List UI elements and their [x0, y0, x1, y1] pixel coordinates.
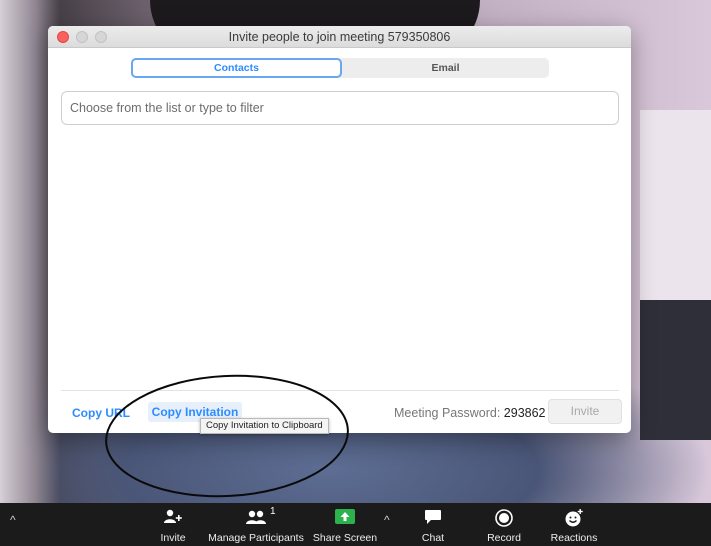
chat-label: Chat	[421, 532, 445, 544]
window-titlebar: Invite people to join meeting 579350806	[48, 26, 631, 48]
invite-dialog: Invite people to join meeting 579350806 …	[48, 26, 631, 433]
contact-filter-input[interactable]: Choose from the list or type to filter	[61, 91, 619, 125]
invite-tool-label: Invite	[160, 532, 186, 544]
record-button[interactable]: Record	[482, 503, 526, 546]
invite-button[interactable]: Invite	[548, 399, 622, 424]
emoji-icon	[565, 509, 583, 527]
participant-count: 1	[270, 506, 276, 517]
background-door	[640, 110, 711, 310]
share-screen-icon	[335, 509, 355, 524]
copy-url-button[interactable]: Copy URL	[72, 406, 130, 420]
meeting-password-value: 293862	[503, 406, 546, 420]
manage-participants-label: Manage Participants	[208, 532, 304, 544]
invite-tabs: Contacts Email	[131, 58, 549, 78]
meeting-password-label: Meeting Password:	[394, 406, 501, 420]
meeting-toolbar: ^ Invite 1 Manage Participants Share Scr…	[0, 503, 711, 546]
tab-contacts[interactable]: Contacts	[131, 58, 342, 78]
record-label: Record	[487, 532, 521, 544]
record-icon	[495, 509, 513, 527]
share-options-chevron-icon[interactable]: ^	[384, 513, 390, 527]
share-screen-label: Share Screen	[312, 532, 378, 544]
video-options-chevron-icon[interactable]: ^	[10, 513, 16, 527]
dialog-title: Invite people to join meeting 579350806	[228, 30, 451, 44]
manage-participants-button[interactable]: 1 Manage Participants	[208, 503, 304, 546]
invite-tool-button[interactable]: Invite	[150, 503, 196, 546]
chat-icon	[425, 510, 441, 524]
share-screen-button[interactable]: Share Screen	[313, 503, 377, 546]
copy-invitation-tooltip: Copy Invitation to Clipboard	[200, 418, 329, 434]
tab-email[interactable]: Email	[342, 58, 549, 78]
participants-icon	[246, 510, 266, 524]
background-shelf	[640, 300, 711, 440]
reactions-label: Reactions	[550, 532, 598, 544]
add-person-icon	[164, 509, 182, 523]
reactions-button[interactable]: Reactions	[548, 503, 600, 546]
meeting-password: Meeting Password: 293862	[394, 406, 546, 420]
chat-button[interactable]: Chat	[414, 503, 452, 546]
footer-divider	[61, 390, 619, 391]
